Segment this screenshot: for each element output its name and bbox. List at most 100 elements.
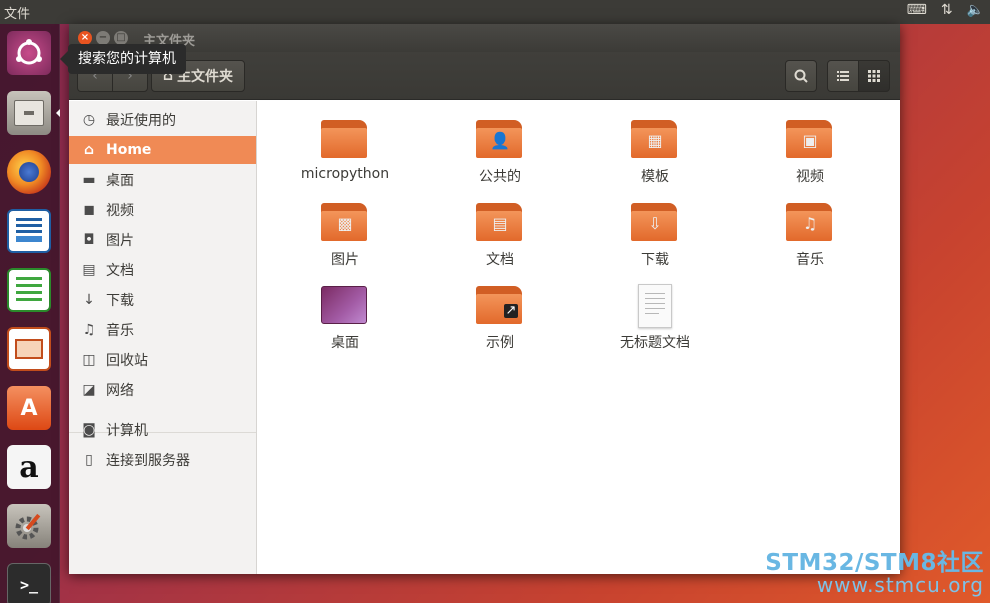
search-icon — [794, 69, 808, 83]
libreoffice-calc-icon[interactable] — [5, 265, 53, 315]
sidebar-item-connect-server[interactable]: ▯ 连接到服务器 — [69, 446, 256, 474]
terminal-icon[interactable]: >_ — [5, 560, 53, 603]
music-folder-icon: ♫ — [786, 201, 834, 243]
sidebar-item-label: 网络 — [106, 383, 134, 399]
video-icon: ◼ — [83, 202, 95, 218]
sidebar-item-recent[interactable]: ◷ 最近使用的 — [69, 106, 256, 134]
list-view-button[interactable] — [827, 60, 859, 92]
minimize-icon[interactable]: − — [96, 31, 110, 45]
file-item[interactable]: ▣ 视频 — [750, 118, 870, 186]
home-icon: ⌂ — [83, 142, 95, 158]
file-label: 桌面 — [331, 335, 359, 351]
files-icon[interactable] — [5, 88, 53, 138]
file-label: 无标题文档 — [620, 335, 690, 351]
sidebar-item-label: 计算机 — [106, 423, 148, 439]
download-icon: ↓ — [83, 292, 95, 308]
file-item[interactable]: 👤 公共的 — [440, 118, 560, 186]
network-icon: ◪ — [82, 382, 96, 398]
grid-view-icon — [868, 70, 880, 82]
file-item[interactable]: ▦ 模板 — [595, 118, 715, 186]
close-icon[interactable]: × — [78, 31, 92, 45]
pictures-folder-icon: ▩ — [321, 201, 369, 243]
network-arrows-icon[interactable]: ⇅ — [941, 2, 953, 18]
file-item[interactable]: ▤ 文档 — [440, 201, 560, 269]
desktop-folder-icon: ▬ — [82, 172, 96, 188]
public-folder-icon: 👤 — [476, 118, 524, 160]
file-label: 示例 — [486, 335, 514, 351]
launcher: A a >_ — [0, 24, 60, 603]
system-settings-icon[interactable] — [5, 501, 53, 551]
file-item[interactable]: 桌面 — [285, 284, 405, 352]
trash-icon: ◫ — [82, 352, 96, 368]
file-label: 文档 — [486, 252, 514, 268]
file-view: micropython 👤 公共的 ▦ 模板 ▣ 视频 ▩ 图片 ▤ 文档 ⇩ … — [258, 101, 900, 574]
sidebar-item-label: 最近使用的 — [106, 113, 176, 129]
sidebar-item-trash[interactable]: ◫ 回收站 — [69, 346, 256, 374]
clock-icon: ◷ — [82, 112, 96, 128]
file-item[interactable]: ♫ 音乐 — [750, 201, 870, 269]
sidebar-item-network[interactable]: ◪ 网络 — [69, 376, 256, 404]
sidebar-item-documents[interactable]: ▤ 文档 — [69, 256, 256, 284]
list-view-icon — [837, 71, 849, 81]
folder-icon — [321, 118, 369, 160]
document-icon: ▤ — [82, 262, 96, 278]
volume-icon[interactable]: 🔈 — [967, 2, 984, 18]
sidebar-item-music[interactable]: ♫ 音乐 — [69, 316, 256, 344]
camera-icon: ◘ — [83, 232, 95, 248]
videos-folder-icon: ▣ — [786, 118, 834, 160]
desktop-folder-icon — [321, 284, 369, 326]
sidebar-item-label: 文档 — [106, 263, 134, 279]
system-tray: ⌨ ⇅ 🔈 — [907, 2, 984, 18]
templates-folder-icon: ▦ — [631, 118, 679, 160]
firefox-icon[interactable] — [5, 147, 53, 197]
sidebar-item-home[interactable]: ⌂ Home — [69, 136, 256, 164]
file-label: micropython — [300, 166, 390, 182]
file-label: 音乐 — [796, 252, 824, 268]
toolbar: ‹ › ⌂ 主文件夹 — [69, 52, 900, 100]
sidebar-item-videos[interactable]: ◼ 视频 — [69, 196, 256, 224]
sidebar-item-pictures[interactable]: ◘ 图片 — [69, 226, 256, 254]
sidebar-item-downloads[interactable]: ↓ 下载 — [69, 286, 256, 314]
music-icon: ♫ — [82, 322, 96, 338]
search-button[interactable] — [785, 60, 817, 92]
maximize-icon[interactable]: □ — [114, 31, 128, 45]
libreoffice-writer-icon[interactable] — [5, 206, 53, 256]
grid-view-button[interactable] — [858, 60, 890, 92]
sidebar-item-label: 回收站 — [106, 353, 148, 369]
sidebar-item-label: Home — [106, 142, 152, 158]
file-label: 图片 — [331, 252, 359, 268]
file-item[interactable]: micropython — [285, 118, 405, 182]
documents-folder-icon: ▤ — [476, 201, 524, 243]
sidebar-item-label: 连接到服务器 — [106, 453, 190, 469]
app-menu-file[interactable]: 文件 — [4, 3, 30, 22]
file-label: 公共的 — [479, 169, 521, 185]
software-center-icon[interactable]: A — [5, 383, 53, 433]
sidebar-item-desktop[interactable]: ▬ 桌面 — [69, 166, 256, 194]
window-titlebar[interactable]: × − □ 主文件夹 — [69, 24, 900, 52]
file-label: 视频 — [796, 169, 824, 185]
amazon-icon[interactable]: a — [5, 442, 53, 492]
file-label: 模板 — [641, 169, 669, 185]
launcher-running-indicator — [56, 109, 60, 117]
file-manager-window: × − □ 主文件夹 ‹ › ⌂ 主文件夹 ◷ 最近使用的 ⌂ Home ▬ 桌… — [69, 24, 900, 574]
sidebar-item-label: 音乐 — [106, 323, 134, 339]
top-panel: 文件 ⌨ ⇅ 🔈 — [0, 0, 990, 24]
watermark-brand: STM32/STM8社区 — [765, 550, 984, 576]
computer-icon: ◙ — [82, 422, 96, 438]
sidebar-item-label: 图片 — [106, 233, 134, 249]
ubuntu-dash-icon[interactable] — [5, 28, 53, 78]
watermark: STM32/STM8社区 www.stmcu.org — [765, 543, 984, 597]
downloads-folder-icon: ⇩ — [631, 201, 679, 243]
libreoffice-impress-icon[interactable] — [5, 324, 53, 374]
text-document-icon — [631, 284, 679, 328]
launcher-tooltip: 搜索您的计算机 — [60, 44, 186, 74]
server-icon: ▯ — [85, 452, 93, 468]
file-item[interactable]: ▩ 图片 — [285, 201, 405, 269]
sidebar-item-label: 下载 — [106, 293, 134, 309]
file-item[interactable]: ⇩ 下载 — [595, 201, 715, 269]
file-item[interactable]: 无标题文档 — [595, 284, 715, 352]
keyboard-icon[interactable]: ⌨ — [907, 2, 927, 18]
file-item[interactable]: ↗ 示例 — [440, 284, 560, 352]
sidebar-item-computer[interactable]: ◙ 计算机 — [69, 416, 256, 444]
sidebar-item-label: 桌面 — [106, 173, 134, 189]
